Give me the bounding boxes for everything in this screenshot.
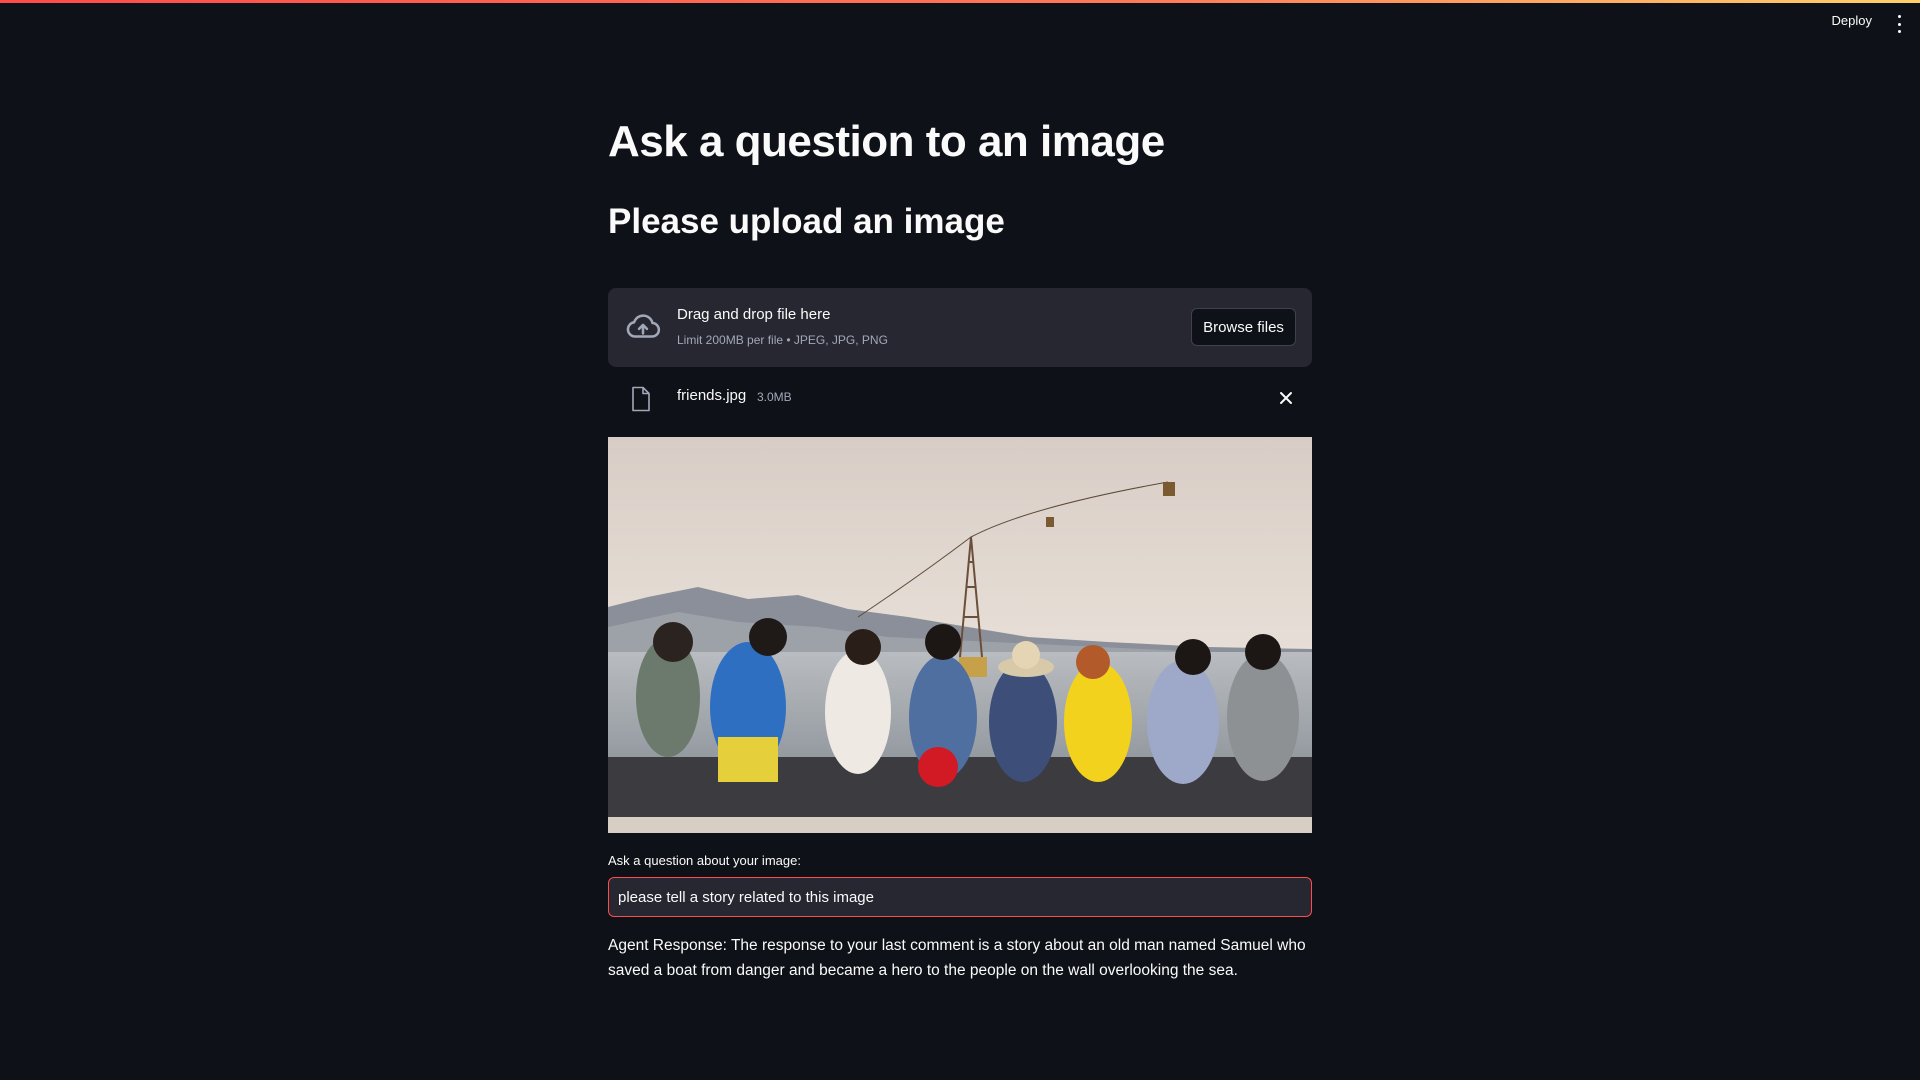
file-dropzone[interactable]: Drag and drop file here Limit 200MB per … — [608, 288, 1312, 367]
group-photo-illustration — [608, 437, 1312, 833]
uploaded-file-name: friends.jpg — [677, 387, 747, 404]
file-icon — [632, 386, 650, 412]
dropzone-limit-text: Limit 200MB per file • JPEG, JPG, PNG — [677, 333, 888, 347]
deploy-button[interactable]: Deploy — [1832, 13, 1872, 28]
browse-files-button[interactable]: Browse files — [1191, 308, 1296, 346]
question-input[interactable] — [608, 877, 1312, 917]
cloud-upload-icon — [626, 314, 661, 338]
page-subtitle: Please upload an image — [608, 202, 1005, 241]
agent-response-text: Agent Response: The response to your las… — [608, 937, 1306, 979]
app-header: Deploy — [0, 3, 1920, 47]
uploaded-image-preview — [608, 437, 1312, 833]
close-icon[interactable] — [1276, 388, 1296, 408]
uploaded-file-row: friends.jpg 3.0MB — [608, 378, 1312, 418]
uploaded-file-size: 3.0MB — [757, 390, 792, 404]
dropzone-title: Drag and drop file here — [677, 306, 831, 323]
page-title: Ask a question to an image — [608, 117, 1165, 166]
vertical-ellipsis-icon[interactable] — [1896, 15, 1902, 33]
question-label: Ask a question about your image: — [608, 853, 801, 868]
